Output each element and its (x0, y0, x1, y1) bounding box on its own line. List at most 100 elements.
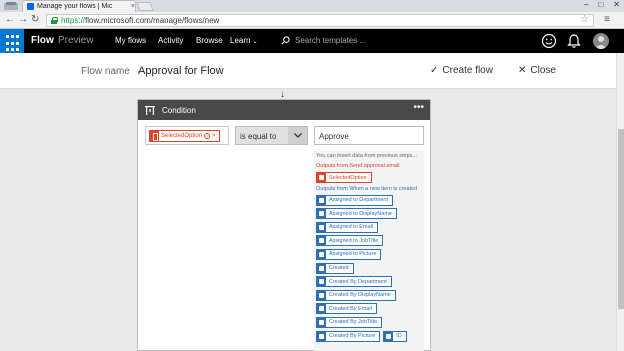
sharepoint-icon (317, 277, 326, 287)
dynamic-token-label: Created By Department (329, 278, 387, 285)
dynamic-token[interactable]: Created (316, 262, 354, 274)
chevron-down-icon (288, 127, 307, 144)
dynamic-token[interactable]: SelectedOption (316, 172, 372, 183)
group-label-new-item: Outputs from When a new item is created (316, 185, 418, 192)
nav-learn-label: Learn (230, 36, 251, 45)
create-flow-label: Create flow (442, 65, 493, 76)
browser-menu-icon[interactable]: ≡ (604, 14, 610, 25)
app-launcher-icon[interactable] (0, 29, 24, 53)
sharepoint-icon (317, 331, 326, 341)
sharepoint-icon (384, 331, 394, 341)
sharepoint-icon (317, 290, 326, 300)
close-button[interactable]: ✕ Close (518, 65, 556, 76)
url-scheme: https:// (61, 16, 86, 25)
search-input[interactable]: Search templates ... (295, 36, 366, 45)
condition-left-operand[interactable]: SelectedOption i × (145, 126, 229, 145)
token-label: SelectedOption (161, 133, 203, 139)
dynamic-token-label: Assigned to Email (329, 224, 374, 231)
dynamic-content-hint: You can insert data from previous steps.… (316, 153, 417, 159)
dynamic-token-label: SelectedOption (329, 174, 367, 181)
dynamic-token[interactable]: ID (383, 330, 407, 342)
flow-name-label: Flow name (81, 66, 130, 77)
tab-close-icon[interactable]: × (131, 3, 135, 10)
dynamic-token-label: ID (396, 333, 402, 340)
nav-learn[interactable]: Learn ⌄ (230, 36, 258, 45)
nav-activity[interactable]: Activity (158, 36, 183, 45)
condition-value-input[interactable]: Approve (314, 126, 424, 145)
browser-logo-icon (4, 2, 18, 10)
scrollbar-thumb[interactable] (618, 129, 624, 309)
checkmark-icon: ✓ (430, 65, 439, 76)
sharepoint-icon (317, 263, 326, 273)
sharepoint-icon (317, 249, 326, 259)
create-flow-button[interactable]: ✓ Create flow (430, 65, 493, 76)
sharepoint-icon (317, 304, 326, 314)
office-icon (150, 131, 159, 141)
minimize-icon[interactable]: – (584, 0, 588, 9)
sharepoint-icon (317, 195, 326, 205)
reload-icon[interactable]: ↻ (31, 14, 39, 25)
condition-card-header[interactable]: Condition ••• (138, 100, 430, 120)
back-icon[interactable]: ← (5, 14, 15, 25)
dynamic-token[interactable]: Assigned to DisplayName (316, 208, 397, 220)
tab-title: Manage your flows | Mic (37, 3, 113, 10)
condition-title: Condition (162, 105, 196, 115)
brand-name[interactable]: Flow (31, 35, 54, 46)
browser-tabstrip: Manage your flows | Mic × – □ ✕ (0, 0, 624, 12)
avatar-person-icon (595, 36, 607, 49)
sharepoint-icon (317, 317, 326, 327)
nav-my-flows[interactable]: My flows (115, 36, 146, 45)
more-options-icon[interactable]: ••• (413, 102, 424, 113)
user-avatar[interactable] (593, 33, 609, 49)
url-input[interactable]: https:// flow.microsoft.com/manage/flows… (46, 14, 594, 27)
dynamic-token[interactable]: Assigned to JobTitle (316, 235, 384, 247)
new-tab-button[interactable] (136, 2, 154, 11)
dynamic-token-label: Created By Picture (329, 333, 376, 340)
brand-preview: Preview (58, 35, 94, 46)
operator-select[interactable]: is equal to (235, 126, 308, 145)
token-remove-icon[interactable]: × (212, 133, 216, 139)
bookmark-star-icon[interactable]: ☆ (580, 14, 589, 25)
dynamic-content-panel: You can insert data from previous steps.… (314, 150, 424, 351)
office-icon (317, 173, 326, 182)
condition-card: Condition ••• SelectedOption i × is equa… (137, 99, 431, 351)
chevron-down-icon: ⌄ (252, 39, 258, 45)
nav-browse[interactable]: Browse (196, 36, 223, 45)
dynamic-token[interactable]: Created By Department (316, 276, 392, 288)
dynamic-token-label: Created (329, 265, 349, 272)
dynamic-token-label: Created By JobTitle (329, 319, 378, 326)
dynamic-token-label: Created By DisplayName (329, 292, 391, 299)
search-icon[interactable] (281, 36, 290, 45)
dynamic-token[interactable]: Created By Picture (316, 330, 381, 342)
dynamic-token[interactable]: Assigned to Department (316, 194, 394, 206)
close-label: Close (530, 65, 556, 76)
group-label-approval: Outputs from Send approval email (316, 163, 400, 169)
dynamic-token[interactable]: Assigned to Email (316, 221, 379, 233)
dynamic-token-label: Assigned to DisplayName (329, 210, 392, 217)
dynamic-token[interactable]: Created By DisplayName (316, 289, 396, 301)
close-icon: ✕ (518, 65, 527, 76)
selected-option-token[interactable]: SelectedOption i × (149, 130, 220, 142)
sharepoint-icon (317, 236, 326, 246)
browser-tab[interactable]: Manage your flows | Mic × (22, 0, 136, 12)
dynamic-token-label: Assigned to Department (329, 197, 389, 204)
notifications-bell-icon[interactable] (567, 33, 581, 49)
flow-favicon-icon (27, 3, 34, 10)
sharepoint-icon (317, 222, 326, 232)
lock-icon (51, 17, 58, 24)
dynamic-token[interactable]: Created By Email (316, 303, 377, 315)
operator-value: is equal to (240, 132, 277, 141)
dynamic-token[interactable]: Assigned to Picture (316, 248, 382, 260)
forward-icon[interactable]: → (18, 14, 28, 25)
dynamic-token-label: Created By Email (329, 305, 372, 312)
page-scrollbar[interactable] (616, 53, 624, 351)
maximize-icon[interactable]: □ (598, 0, 603, 9)
address-bar: ← → ↻ https:// flow.microsoft.com/manage… (0, 12, 624, 29)
window-close-icon[interactable]: ✕ (613, 0, 620, 9)
info-icon: i (204, 133, 211, 139)
flow-header: Flow name Approval for Flow ✓ Create flo… (0, 53, 616, 89)
condition-icon (145, 105, 155, 115)
flow-name-field[interactable]: Approval for Flow (138, 65, 224, 77)
dynamic-token[interactable]: Created By JobTitle (316, 316, 383, 328)
feedback-smiley-icon[interactable] (541, 33, 557, 49)
